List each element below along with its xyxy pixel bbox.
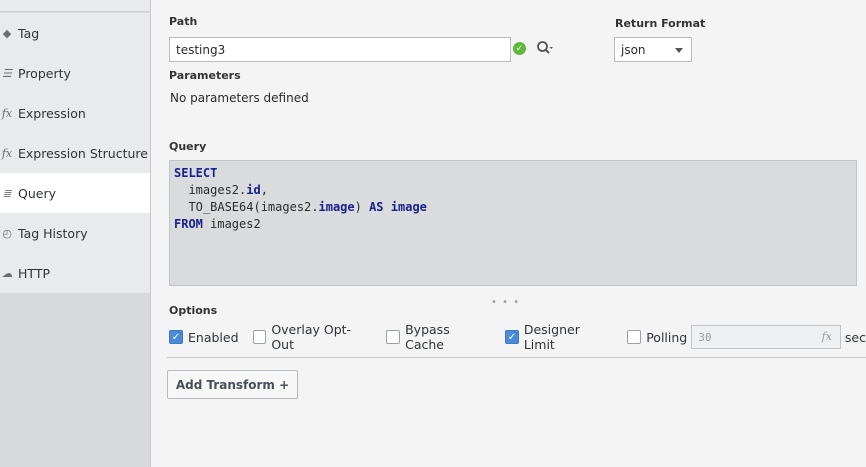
options-label: Options [169, 304, 218, 317]
cloud-icon: ☁ [1, 266, 13, 280]
path-input[interactable] [169, 37, 511, 62]
query-line: TO_BASE64(images2.image) AS image [174, 199, 852, 216]
polling-checkbox[interactable] [627, 330, 642, 344]
sidebar-item-tag-history[interactable]: ◴ Tag History [0, 213, 150, 253]
return-format-value: json [621, 42, 646, 57]
binding-type-list: ◆ Tag ☰ Property fx Expression fx Expres… [0, 13, 150, 293]
valid-check-icon: ✓ [513, 42, 526, 55]
bypass-cache-checkbox[interactable] [386, 330, 401, 344]
sidebar-item-label: HTTP [18, 265, 50, 281]
options-row: ✓ Enabled Overlay Opt-Out Bypass Cache ✓… [169, 322, 866, 352]
designer-limit-option[interactable]: ✓ Designer Limit [505, 322, 613, 352]
query-line: SELECT [174, 165, 852, 182]
polling-label: Polling [646, 329, 688, 345]
sidebar-item-property[interactable]: ☰ Property [0, 53, 150, 93]
sidebar-item-http[interactable]: ☁ HTTP [0, 253, 150, 293]
sql-text: images2. [174, 183, 247, 197]
sidebar-item-label: Query [18, 185, 56, 201]
sidebar-item-tag[interactable]: ◆ Tag [0, 13, 150, 53]
polling-rate-value: 30 [698, 330, 712, 344]
sql-field: image [318, 200, 355, 214]
polling-option[interactable]: Polling [627, 330, 687, 345]
resize-handle[interactable]: • • • [491, 297, 520, 308]
sidebar-header-clipped [0, 0, 150, 12]
sql-keyword: FROM [174, 217, 203, 231]
designer-limit-checkbox[interactable]: ✓ [505, 330, 519, 344]
overlay-opt-out-option[interactable]: Overlay Opt-Out [252, 322, 373, 352]
binding-type-sidebar: ◆ Tag ☰ Property fx Expression fx Expres… [0, 0, 151, 467]
return-format-label: Return Format [615, 17, 706, 30]
sql-text: , [260, 183, 268, 197]
sql-text: ) [354, 200, 370, 214]
sidebar-item-label: Tag History [18, 225, 88, 241]
chevron-down-icon [675, 48, 683, 53]
return-format-select[interactable]: json [614, 37, 692, 62]
sql-keyword: AS [369, 200, 384, 214]
tag-browse-search-icon[interactable] [536, 40, 554, 56]
bypass-cache-option[interactable]: Bypass Cache [386, 322, 491, 352]
sidebar-item-expression[interactable]: fx Expression [0, 93, 150, 133]
sidebar-item-query[interactable]: ≣ Query [0, 173, 150, 213]
sidebar-item-label: Tag [18, 25, 40, 41]
tag-icon: ◆ [2, 26, 12, 40]
polling-rate-input[interactable]: 30 fx [691, 325, 841, 349]
parameters-empty-text: No parameters defined [170, 91, 309, 105]
overlay-opt-out-checkbox[interactable] [252, 330, 267, 344]
query-line: FROM images2 [174, 216, 852, 233]
sidebar-item-label: Property [18, 65, 71, 81]
sql-text: TO_BASE64(images2. [174, 200, 319, 214]
sidebar-item-label: Expression Structure [18, 145, 148, 161]
fx-icon[interactable]: fx [822, 330, 832, 343]
fx-icon: fx [1, 106, 13, 120]
query-label: Query [169, 140, 207, 153]
path-label: Path [169, 15, 198, 28]
clock-icon: ◴ [2, 226, 12, 240]
polling-unit: sec [844, 329, 866, 345]
sidebar-item-expression-structure[interactable]: fx Expression Structure [0, 133, 150, 173]
sql-keyword: SELECT [174, 166, 218, 180]
enabled-checkbox[interactable]: ✓ [169, 330, 183, 344]
designer-limit-label: Designer Limit [523, 322, 580, 352]
section-divider [167, 357, 866, 358]
sql-field: id [246, 183, 261, 197]
query-line: images2.id, [174, 182, 852, 199]
add-transform-button[interactable]: Add Transform + [167, 370, 298, 399]
bypass-cache-label: Bypass Cache [405, 322, 450, 352]
sidebar-item-label: Expression [18, 105, 86, 121]
property-icon: ☰ [2, 66, 12, 80]
sql-text: images2 [202, 217, 261, 231]
binding-config-panel: Path ✓ Return Format json Parameters No … [151, 0, 866, 467]
fx-icon: fx [1, 146, 13, 160]
parameters-label: Parameters [169, 69, 241, 82]
database-icon: ≣ [2, 186, 12, 200]
overlay-opt-out-label: Overlay Opt-Out [271, 322, 352, 352]
query-editor[interactable]: SELECT images2.id, TO_BASE64(images2.ima… [169, 160, 857, 286]
enabled-label: Enabled [188, 329, 239, 345]
enabled-option[interactable]: ✓ Enabled [169, 330, 239, 345]
sql-field: image [390, 200, 427, 214]
